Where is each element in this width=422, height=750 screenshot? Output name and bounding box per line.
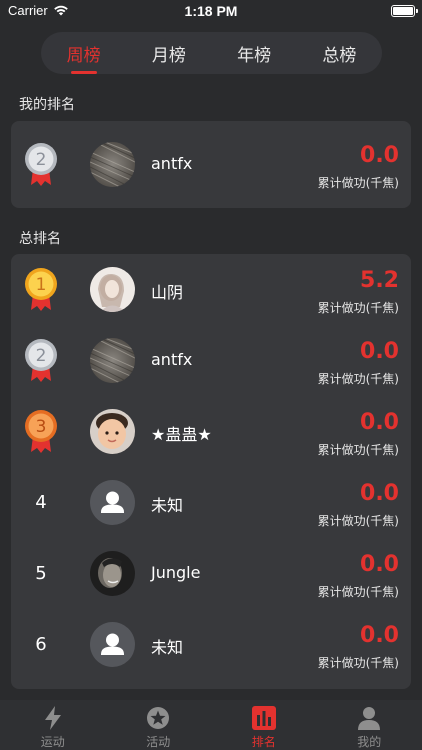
active-tab-indicator <box>70 71 97 74</box>
tab-weekly[interactable]: 周榜 <box>41 32 126 74</box>
tab-yearly-label: 年榜 <box>237 45 272 66</box>
ranking-row[interactable]: 2 antfx 0.0 累计做功(千焦) <box>11 325 411 396</box>
score-label: 累计做功(千焦) <box>317 372 399 386</box>
rank-number: 4 <box>23 479 59 525</box>
rank-number-text: 6 <box>35 633 47 655</box>
score-value: 0.0 <box>360 339 399 364</box>
lightning-icon <box>40 705 66 731</box>
user-avatar[interactable] <box>90 409 135 454</box>
score-value: 0.0 <box>360 623 399 648</box>
medal-number: 3 <box>36 417 47 437</box>
tabbar-activity[interactable]: 活动 <box>106 700 212 750</box>
score-label: 累计做功(千焦) <box>317 656 399 670</box>
score-label: 累计做功(千焦) <box>317 301 399 315</box>
rank-number-text: 5 <box>35 562 47 584</box>
bronze-medal-icon: 3 <box>23 408 59 454</box>
tabbar-sport[interactable]: 运动 <box>0 700 106 750</box>
ranking-row[interactable]: 4 未知 0.0 累计做功(千焦) <box>11 467 411 538</box>
star-circle-icon <box>145 705 171 731</box>
tabbar-activity-label: 活动 <box>146 735 171 749</box>
user-name: ★蛊蛊★ <box>151 425 212 444</box>
default-user-avatar-icon[interactable] <box>90 480 135 525</box>
score-label: 累计做功(千焦) <box>317 443 399 457</box>
tabbar-sport-label: 运动 <box>40 735 65 749</box>
tabbar-mine-label: 我的 <box>357 735 382 749</box>
silver-medal-icon: 2 <box>23 141 59 187</box>
tab-monthly-label: 月榜 <box>151 45 186 66</box>
user-avatar[interactable] <box>90 338 135 383</box>
my-rank-row[interactable]: 2 antfx 0.0 累计做功(千焦) <box>11 129 411 200</box>
tab-total[interactable]: 总榜 <box>297 32 382 74</box>
rank-number-text: 4 <box>35 491 47 513</box>
user-name: Jungle <box>151 563 201 582</box>
gold-medal-icon: 1 <box>23 266 59 312</box>
medal-number: 2 <box>36 150 47 170</box>
my-rank-card: 2 antfx 0.0 累计做功(千焦) <box>11 121 411 208</box>
bottom-tab-bar: 运动 活动 排名 我的 <box>0 700 422 750</box>
score-label: 累计做功(千焦) <box>317 585 399 599</box>
battery-icon <box>391 5 415 17</box>
bar-chart-icon <box>251 705 277 731</box>
score-value: 0.0 <box>360 410 399 435</box>
tabbar-ranking-label: 排名 <box>251 735 276 749</box>
tabbar-ranking[interactable]: 排名 <box>211 700 317 750</box>
tabbar-mine[interactable]: 我的 <box>317 700 422 750</box>
my-rank-title: 我的排名 <box>19 97 75 113</box>
user-avatar[interactable] <box>90 142 135 187</box>
person-icon <box>356 705 382 731</box>
tab-total-label: 总榜 <box>322 45 357 66</box>
score-value: 0.0 <box>360 143 399 168</box>
score-value: 5.2 <box>360 268 399 293</box>
score-label: 累计做功(千焦) <box>317 514 399 528</box>
user-name: 未知 <box>151 638 184 657</box>
overall-rank-card: 1 山阴 5.2 累计做功(千焦) 2 antfx 0.0 累计做功(千焦) 3… <box>11 254 411 689</box>
tab-monthly[interactable]: 月榜 <box>126 32 211 74</box>
medal-number: 1 <box>36 275 47 295</box>
ranking-row[interactable]: 6 未知 0.0 累计做功(千焦) <box>11 609 411 680</box>
user-avatar[interactable] <box>90 267 135 312</box>
tab-weekly-label: 周榜 <box>66 45 101 66</box>
rank-number: 6 <box>23 621 59 667</box>
score-value: 0.0 <box>360 481 399 506</box>
user-name: antfx <box>151 154 193 173</box>
overall-rank-title: 总排名 <box>19 231 61 247</box>
silver-medal-icon: 2 <box>23 337 59 383</box>
user-name: 山阴 <box>151 283 184 302</box>
user-name: 未知 <box>151 496 184 515</box>
tab-yearly[interactable]: 年榜 <box>212 32 297 74</box>
rank-number: 5 <box>23 550 59 596</box>
medal-number: 2 <box>36 346 47 366</box>
user-avatar[interactable] <box>90 551 135 596</box>
ranking-row[interactable]: 5 Jungle 0.0 累计做功(千焦) <box>11 538 411 609</box>
score-value: 0.0 <box>360 552 399 577</box>
score-label: 累计做功(千焦) <box>317 176 399 190</box>
ranking-row[interactable]: 3 ★蛊蛊★ 0.0 累计做功(千焦) <box>11 396 411 467</box>
ranking-row[interactable]: 1 山阴 5.2 累计做功(千焦) <box>11 254 411 325</box>
default-user-avatar-icon[interactable] <box>90 622 135 667</box>
user-name: antfx <box>151 350 193 369</box>
status-bar: Carrier 1:18 PM <box>0 0 422 24</box>
period-tabs: 周榜 月榜 年榜 总榜 <box>41 32 382 74</box>
clock: 1:18 PM <box>184 3 238 19</box>
